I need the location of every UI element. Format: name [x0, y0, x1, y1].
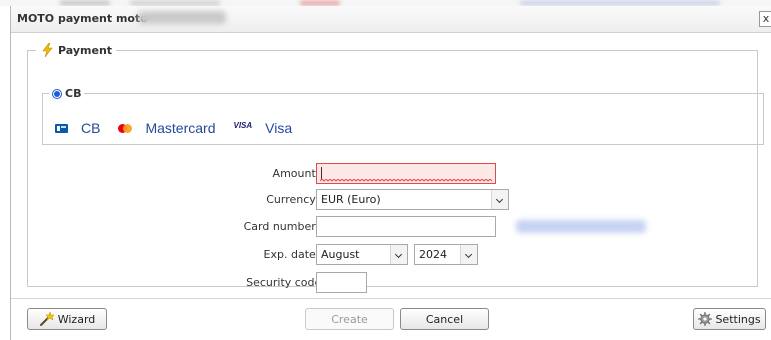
cb-card-icon	[55, 123, 68, 133]
dialog-title: MOTO payment moto	[17, 12, 148, 25]
brand-label-mastercard: Mastercard	[145, 120, 216, 136]
chevron-down-icon[interactable]	[460, 245, 477, 264]
visa-icon: VISA	[233, 120, 253, 130]
card-number-input[interactable]	[316, 216, 496, 237]
dialog-titlebar[interactable]: MOTO payment moto x	[11, 6, 771, 33]
payment-fieldset: Payment CB CB Mastercard VISA Visa Amoun…	[27, 43, 764, 293]
security-code-row: Security code:	[28, 272, 759, 294]
card-number-label: Card number*:	[243, 220, 325, 233]
redacted-title-text	[138, 11, 226, 24]
currency-select[interactable]: EUR (Euro)	[316, 189, 509, 210]
footer-divider	[11, 298, 771, 299]
gear-icon	[698, 312, 713, 326]
cb-method-label: CB	[65, 87, 82, 100]
cb-method-fieldset: CB CB Mastercard VISA Visa	[42, 87, 764, 145]
chevron-down-icon[interactable]	[390, 245, 407, 264]
payment-legend: Payment	[36, 43, 116, 57]
wizard-button[interactable]: Wizard	[27, 308, 107, 330]
wizard-label: Wizard	[57, 312, 96, 326]
chevron-down-icon[interactable]	[491, 190, 508, 209]
settings-button[interactable]: Settings	[693, 308, 766, 330]
brand-label-cb: CB	[81, 120, 101, 136]
payment-legend-label: Payment	[58, 43, 113, 57]
exp-month-value: August	[321, 248, 360, 261]
lightning-icon	[42, 43, 53, 57]
redacted-hint	[516, 220, 646, 233]
currency-value: EUR (Euro)	[321, 193, 381, 206]
cb-radio-button[interactable]	[52, 88, 62, 99]
security-code-label: Security code:	[246, 276, 325, 289]
exp-date-row: Exp. date*: August 2024	[28, 244, 759, 266]
settings-label: Settings	[715, 312, 761, 326]
card-number-row: Card number*:	[28, 216, 759, 238]
cancel-button[interactable]: Cancel	[400, 308, 489, 330]
card-brand-list: CB Mastercard VISA Visa	[55, 120, 310, 136]
moto-payment-dialog: MOTO payment moto x Payment CB CB Master…	[10, 6, 771, 340]
close-button[interactable]: x	[759, 11, 771, 27]
mastercard-icon	[118, 123, 133, 133]
exp-year-value: 2024	[419, 248, 447, 261]
currency-row: Currency*: EUR (Euro)	[28, 189, 759, 211]
exp-year-select[interactable]: 2024	[414, 244, 478, 265]
cancel-label: Cancel	[425, 312, 464, 326]
create-button[interactable]: Create	[305, 308, 394, 330]
validation-squiggle	[320, 179, 492, 182]
magic-wand-icon	[39, 312, 55, 326]
exp-month-select[interactable]: August	[316, 244, 408, 265]
amount-row: Amount*:	[28, 163, 759, 185]
amount-input[interactable]	[316, 163, 496, 184]
cb-method-legend[interactable]: CB	[49, 87, 84, 100]
create-label: Create	[331, 312, 368, 326]
brand-label-visa: Visa	[265, 120, 293, 136]
security-code-input[interactable]	[316, 272, 367, 293]
